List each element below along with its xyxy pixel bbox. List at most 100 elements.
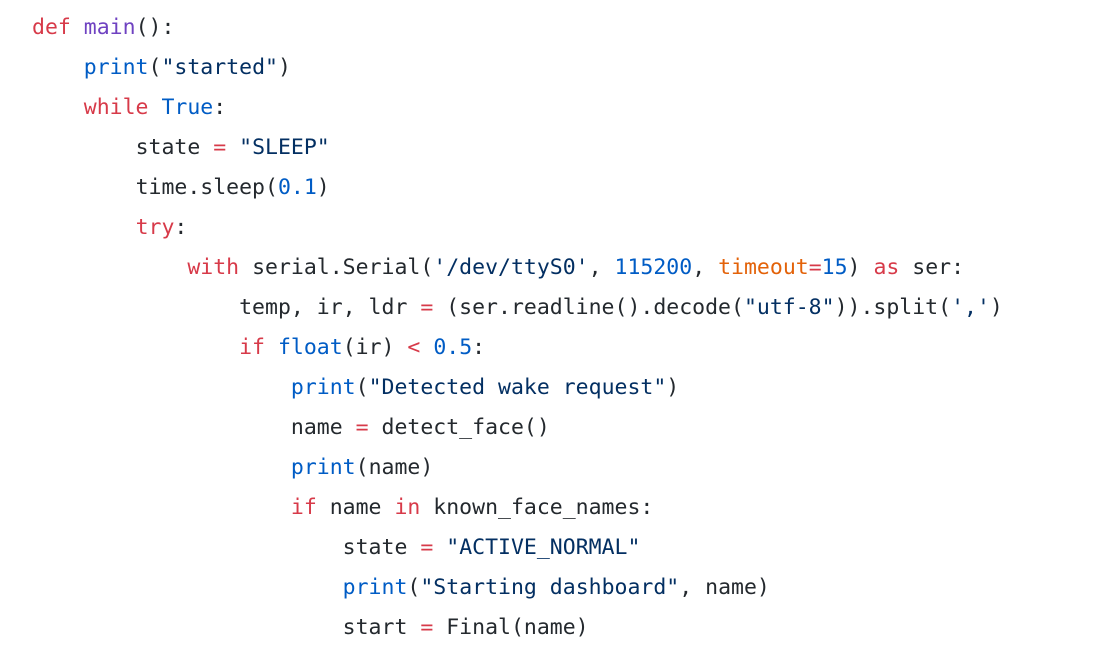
code-token: name [316, 495, 395, 520]
code-token: = [420, 295, 434, 320]
code-line: name = detect_face() [32, 408, 1100, 448]
code-token: detect_face() [368, 415, 550, 440]
code-token: try [135, 215, 175, 240]
code-token: name [290, 415, 356, 440]
code-token: (ser.readline().decode( [433, 295, 744, 320]
code-line: time.sleep(0.1) [32, 168, 1100, 208]
code-line: try: [32, 208, 1100, 248]
code-token: : [472, 335, 486, 360]
code-line: print("Detected wake request") [32, 368, 1100, 408]
code-token: ',' [951, 295, 990, 320]
code-line: state = "SLEEP" [32, 128, 1100, 168]
code-token: if [239, 335, 265, 360]
code-token: "Detected wake request" [368, 375, 667, 400]
code-token: "started" [161, 55, 278, 80]
code-token: True [161, 95, 214, 120]
code-token: ) [666, 375, 680, 400]
code-token: start [342, 615, 421, 640]
code-token: Final(name) [433, 615, 589, 640]
code-token: 0.5 [433, 335, 473, 360]
code-line: temp, ir, ldr = (ser.readline().decode("… [32, 288, 1100, 328]
code-token: print [83, 55, 149, 80]
code-token: in [394, 495, 421, 520]
code-token: "Starting dashboard" [420, 575, 680, 600]
code-token: "ACTIVE_NORMAL" [446, 535, 641, 560]
code-block: def main(): print("started") while True:… [0, 0, 1100, 654]
code-token: , name) [679, 575, 770, 600]
code-line: print(name) [32, 448, 1100, 488]
code-line: def main(): [32, 8, 1100, 48]
code-token: serial.Serial( [239, 255, 434, 280]
code-token: state [342, 535, 421, 560]
code-token: (name) [355, 455, 434, 480]
code-token: ) [277, 55, 291, 80]
code-token: , [588, 255, 615, 280]
code-token: (): [135, 15, 175, 40]
code-token: (ir) [342, 335, 408, 360]
code-token: as [873, 255, 900, 280]
code-token: )).split( [834, 295, 952, 320]
code-line: while True: [32, 88, 1100, 128]
code-token: ) [989, 295, 1003, 320]
code-token: ( [407, 575, 421, 600]
code-line: print("started") [32, 48, 1100, 88]
code-token: timeout [718, 255, 809, 280]
code-token: time.sleep( [135, 175, 278, 200]
code-token: ) [316, 175, 330, 200]
code-token: ( [148, 55, 162, 80]
code-line: if float(ir) < 0.5: [32, 328, 1100, 368]
code-token: main [83, 15, 136, 40]
code-token: = [213, 135, 227, 160]
code-line: start = Final(name) [32, 608, 1100, 648]
code-token: , [692, 255, 719, 280]
code-token: < [407, 335, 421, 360]
code-token: state [135, 135, 214, 160]
code-token: = [808, 255, 822, 280]
code-token: = [420, 535, 434, 560]
code-token: while [83, 95, 149, 120]
code-token: = [420, 615, 434, 640]
code-token: : [213, 95, 227, 120]
code-token: "utf-8" [743, 295, 835, 320]
code-token: ) [847, 255, 874, 280]
code-token: '/dev/ttyS0' [433, 255, 589, 280]
code-token: = [355, 415, 369, 440]
code-token: : [174, 215, 188, 240]
code-token: ( [355, 375, 369, 400]
code-token: ser: [899, 255, 965, 280]
code-token: float [277, 335, 343, 360]
code-line: with serial.Serial('/dev/ttyS0', 115200,… [32, 248, 1100, 288]
code-token: temp, ir, ldr [239, 295, 421, 320]
code-line: print("Starting dashboard", name) [32, 568, 1100, 608]
code-token: 115200 [614, 255, 693, 280]
code-token: 0.1 [277, 175, 317, 200]
code-token: print [290, 455, 356, 480]
code-token: known_face_names: [420, 495, 654, 520]
code-token: with [187, 255, 240, 280]
code-line: state = "ACTIVE_NORMAL" [32, 528, 1100, 568]
code-token: if [290, 495, 317, 520]
code-token: 15 [821, 255, 848, 280]
code-token: def [32, 15, 71, 40]
code-line: if name in known_face_names: [32, 488, 1100, 528]
